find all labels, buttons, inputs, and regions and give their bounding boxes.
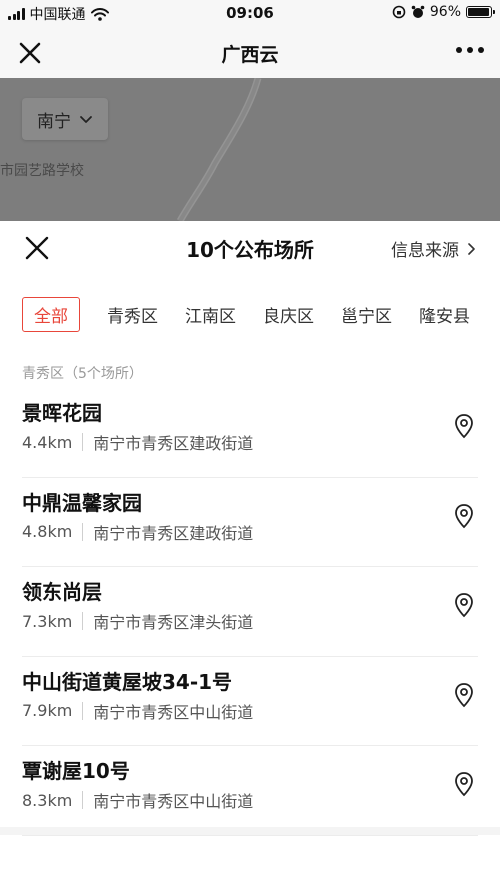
tab-yongning[interactable]: 邕宁区	[341, 302, 392, 327]
location-pin-icon[interactable]	[454, 413, 474, 439]
location-pin-icon[interactable]	[454, 592, 474, 618]
place-name: 景晖花园	[22, 401, 102, 425]
chevron-right-icon	[468, 242, 475, 255]
tab-all[interactable]: 全部	[22, 296, 80, 332]
place-name: 中山街道黄屋坡34-1号	[22, 669, 233, 694]
place-meta: 7.3km 南宁市青秀区津头街道	[22, 609, 253, 633]
place-distance: 7.9km	[22, 701, 73, 720]
divider	[82, 612, 84, 630]
battery-icon	[466, 6, 495, 18]
location-pin-icon[interactable]	[454, 771, 474, 797]
places-list: 景晖花园 4.4km 南宁市青秀区建政街道 中鼎温馨家园 4.8km 南宁市青秀…	[0, 388, 500, 836]
place-name: 覃谢屋10号	[22, 759, 130, 783]
list-item[interactable]: 中山街道黄屋坡34-1号 7.9km 南宁市青秀区中山街道	[0, 657, 500, 746]
nav-bar: 广西云	[0, 28, 500, 78]
section-header: 青秀区（5个场所）	[22, 366, 143, 382]
lock-rotation-icon	[392, 5, 406, 19]
place-distance: 4.4km	[22, 432, 73, 452]
divider	[82, 433, 84, 451]
place-name: 中鼎温馨家园	[22, 490, 142, 515]
city-selector[interactable]: 南宁	[22, 98, 108, 140]
divider	[82, 791, 84, 809]
divider	[82, 701, 84, 720]
list-item[interactable]: 领东尚层 7.3km 南宁市青秀区津头街道	[0, 567, 500, 657]
status-right: 96%	[392, 4, 495, 20]
battery-percent: 96%	[429, 4, 461, 20]
info-source-link[interactable]: 信息来源	[391, 236, 476, 261]
list-item[interactable]: 景晖花园 4.4km 南宁市青秀区建政街道	[0, 388, 500, 478]
place-distance: 8.3km	[22, 790, 73, 810]
map-view[interactable]: 南宁 市园艺路学校	[0, 78, 500, 221]
battery-fill	[468, 8, 490, 16]
place-address: 南宁市青秀区津头街道	[93, 613, 254, 632]
place-meta: 8.3km 南宁市青秀区中山街道	[22, 788, 253, 812]
location-pin-icon[interactable]	[454, 503, 474, 529]
status-bar: 中国联通 09:06 96%	[0, 0, 500, 28]
tab-longan[interactable]: 隆安县	[419, 302, 470, 327]
district-tabs: 全部 青秀区 江南区 良庆区 邕宁区 隆安县	[22, 296, 500, 332]
chevron-down-icon	[80, 115, 92, 123]
place-distance: 4.8km	[22, 522, 73, 541]
place-address: 南宁市青秀区建政街道	[93, 523, 254, 543]
place-distance: 7.3km	[22, 611, 73, 631]
place-meta: 4.4km 南宁市青秀区建政街道	[22, 430, 253, 454]
divider	[82, 522, 84, 541]
tab-qingxiu[interactable]: 青秀区	[107, 302, 158, 327]
city-label: 南宁	[37, 111, 71, 132]
places-sheet: 10个公布场所 信息来源 全部 青秀区 江南区 良庆区 邕宁区 隆安县 青秀区（…	[0, 221, 500, 888]
map-place-label: 市园艺路学校	[0, 163, 84, 179]
more-icon[interactable]	[456, 47, 484, 53]
place-address: 南宁市青秀区建政街道	[93, 434, 254, 453]
place-meta: 4.8km 南宁市青秀区建政街道	[22, 520, 253, 544]
list-item[interactable]: 覃谢屋10号 8.3km 南宁市青秀区中山街道	[0, 746, 500, 836]
alarm-icon	[411, 5, 425, 18]
place-address: 南宁市青秀区中山街道	[93, 702, 254, 722]
footer-band	[0, 827, 500, 835]
place-address: 南宁市青秀区中山街道	[93, 792, 254, 811]
info-source-label: 信息来源	[391, 241, 459, 261]
tab-jiangnan[interactable]: 江南区	[185, 302, 236, 327]
location-pin-icon[interactable]	[454, 682, 474, 708]
place-name: 领东尚层	[22, 580, 102, 604]
place-meta: 7.9km 南宁市青秀区中山街道	[22, 699, 253, 723]
tab-liangqing[interactable]: 良庆区	[263, 302, 314, 327]
page-title: 广西云	[221, 44, 279, 66]
list-item[interactable]: 中鼎温馨家园 4.8km 南宁市青秀区建政街道	[0, 478, 500, 567]
